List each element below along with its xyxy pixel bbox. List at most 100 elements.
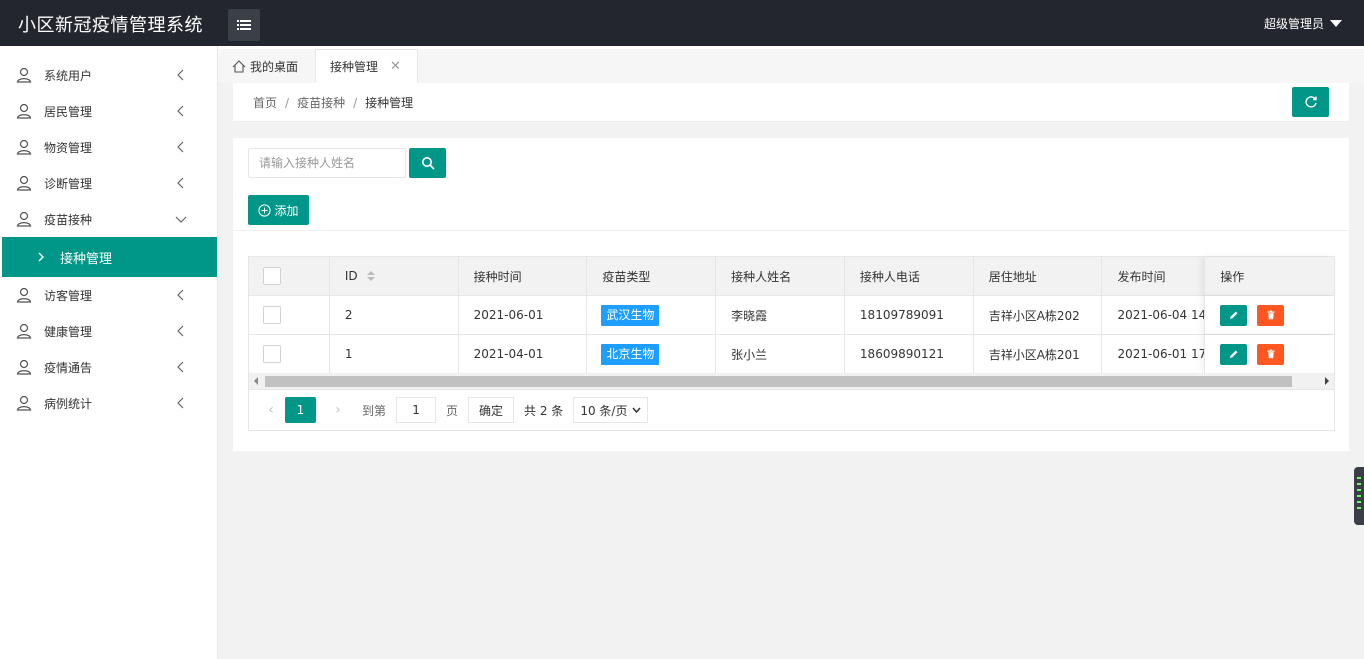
plus-circle-icon (258, 203, 272, 217)
sidebar-item-notices[interactable]: 疫情通告 (0, 349, 217, 385)
horizontal-scrollbar[interactable] (248, 373, 1335, 390)
chevron-left-icon (177, 141, 184, 153)
sidebar-item-label: 诊断管理 (44, 176, 93, 191)
user-menu[interactable]: 超级管理员 (1264, 15, 1342, 32)
sidebar-item-label: 疫苗接种 (44, 212, 93, 227)
add-button-label: 添加 (274, 203, 299, 218)
column-header: ID (344, 269, 358, 283)
sidebar-item-label: 疫情通告 (44, 360, 93, 375)
side-widget-handle[interactable] (1354, 467, 1364, 525)
header-cell-phone: 接种人电话 (845, 257, 974, 295)
sidebar-item-visitors[interactable]: 访客管理 (0, 277, 217, 313)
search-input[interactable] (248, 148, 406, 178)
chevron-left-icon (177, 361, 184, 373)
scrollbar-thumb[interactable] (265, 376, 1292, 387)
scroll-right-arrow-icon[interactable] (1325, 377, 1329, 385)
header-cell-actions: 操作 (1204, 257, 1335, 295)
refresh-icon (1304, 96, 1317, 108)
sidebar-item-residents[interactable]: 居民管理 (0, 93, 217, 129)
refresh-button[interactable] (1292, 87, 1329, 117)
cell-name: 李晓霞 (716, 296, 845, 334)
chevron-right-icon (38, 252, 44, 262)
page-unit-label: 页 (446, 403, 459, 418)
scroll-left-arrow-icon[interactable] (254, 377, 258, 385)
next-page-button[interactable]: › (328, 402, 348, 418)
sort-icon[interactable] (366, 270, 376, 282)
chevron-down-icon (175, 216, 187, 223)
table-wrapper: ID 接种时间 疫苗类型 接种人姓名 接种人电话 居住地址 发布时间 操作 2 … (248, 256, 1335, 549)
page-number-current[interactable]: 1 (285, 397, 316, 423)
breadcrumb-home[interactable]: 首页 (253, 96, 277, 110)
cell-id: 1 (330, 335, 459, 373)
sidebar-item-vaccination[interactable]: 疫苗接种 (0, 201, 217, 237)
cell-vaccine-type: 武汉生物 (587, 296, 717, 334)
tab-label: 我的桌面 (250, 59, 299, 74)
prev-page-button[interactable]: ‹ (261, 402, 281, 418)
tab-home[interactable]: 我的桌面 (232, 49, 298, 83)
sidebar-subitem-vaccination-management[interactable]: 接种管理 (2, 237, 217, 277)
header-cell-vaccine-type: 疫苗类型 (587, 257, 717, 295)
goto-page-input[interactable] (396, 397, 437, 423)
divider (233, 230, 1349, 231)
sidebar: 系统用户 居民管理 物资管理 诊断管理 疫苗接种 接种管理 访客管理 健康管理 … (0, 46, 218, 659)
data-table: ID 接种时间 疫苗类型 接种人姓名 接种人电话 居住地址 发布时间 操作 2 … (248, 256, 1335, 374)
search-button[interactable] (409, 148, 446, 178)
page-size-select[interactable]: 10 条/页 (573, 397, 649, 423)
breadcrumb-section[interactable]: 疫苗接种 (297, 96, 345, 110)
sidebar-item-case-stats[interactable]: 病例统计 (0, 385, 217, 421)
tab-vaccination-management[interactable]: 接种管理 ✕ (315, 49, 418, 83)
menu-icon (237, 20, 251, 30)
cell-vaccine-type: 北京生物 (587, 335, 717, 373)
select-all-checkbox[interactable] (263, 267, 281, 285)
delete-button[interactable] (1257, 343, 1285, 365)
user-icon (16, 211, 32, 227)
row-checkbox[interactable] (263, 306, 281, 324)
add-button[interactable]: 添加 (248, 195, 309, 225)
breadcrumb-current: 接种管理 (365, 96, 414, 110)
tab-label: 接种管理 (330, 59, 379, 74)
caret-down-icon (1330, 20, 1342, 27)
header-cell-published: 发布时间 (1117, 269, 1166, 284)
sidebar-item-health[interactable]: 健康管理 (0, 313, 217, 349)
cell-published: 2021-06-01 17:... (1117, 347, 1205, 361)
vaccine-badge: 北京生物 (601, 343, 660, 365)
delete-button[interactable] (1257, 304, 1285, 326)
goto-confirm-button[interactable]: 确定 (468, 397, 515, 423)
user-icon (16, 139, 32, 155)
total-count: 共 2 条 (524, 403, 564, 418)
edit-button[interactable] (1220, 343, 1248, 365)
user-icon (16, 287, 32, 303)
chevron-left-icon (177, 105, 184, 117)
sidebar-item-label: 访客管理 (44, 288, 93, 303)
vaccine-badge: 武汉生物 (601, 304, 660, 326)
page-size-value: 10 条/页 (580, 403, 628, 418)
sidebar-item-supplies[interactable]: 物资管理 (0, 129, 217, 165)
user-icon (16, 67, 32, 83)
user-icon (16, 323, 32, 339)
edit-button[interactable] (1220, 304, 1248, 326)
chevron-left-icon (177, 289, 184, 301)
cell-time: 2021-06-01 (459, 296, 588, 334)
header-cell-id[interactable]: ID (330, 257, 459, 295)
table-header-row: ID 接种时间 疫苗类型 接种人姓名 接种人电话 居住地址 发布时间 操作 (249, 257, 1335, 296)
row-select-cell (249, 296, 330, 334)
header-cell-select (249, 257, 330, 295)
trash-icon (1267, 310, 1275, 320)
chevron-left-icon (177, 325, 184, 337)
menu-toggle-button[interactable] (228, 9, 260, 41)
close-icon[interactable]: ✕ (390, 59, 401, 74)
pagination: ‹ 1 › 到第 页 确定 共 2 条 10 条/页 (248, 390, 1335, 431)
cell-address: 吉祥小区A栋201 (974, 335, 1103, 373)
row-select-cell (249, 335, 330, 373)
app-title: 小区新冠疫情管理系统 (18, 15, 203, 36)
sidebar-item-label: 居民管理 (44, 104, 93, 119)
table-row: 2 2021-06-01 武汉生物 李晓霞 18109789091 吉祥小区A栋… (249, 296, 1335, 335)
cell-id: 2 (330, 296, 459, 334)
sidebar-item-system-users[interactable]: 系统用户 (0, 57, 217, 93)
sidebar-item-diagnosis[interactable]: 诊断管理 (0, 165, 217, 201)
cell-phone: 18109789091 (845, 296, 974, 334)
cell-published: 2021-06-04 14:... (1117, 308, 1205, 322)
row-checkbox[interactable] (263, 345, 281, 363)
top-header: 小区新冠疫情管理系统 超级管理员 (0, 0, 1364, 46)
chevron-left-icon (177, 69, 184, 81)
